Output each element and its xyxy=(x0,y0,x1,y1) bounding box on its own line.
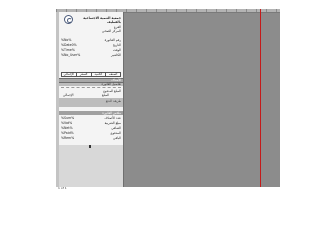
payment-band[interactable]: طريقة الدفع xyxy=(59,98,123,107)
column-header-total: الإجمالي xyxy=(63,72,75,76)
field-label: التاريخ xyxy=(112,43,121,47)
field-label: رقم الفاتورة xyxy=(104,38,121,42)
totals-row-count[interactable]: %Sum% عدد الأصناف xyxy=(61,116,121,120)
column-header-quantity: الكمية xyxy=(90,72,106,76)
logo-icon xyxy=(64,15,73,24)
organization-name-line2: بالقطيف xyxy=(106,20,121,24)
totals-row-paid[interactable]: %Paid% المدفوع xyxy=(61,131,121,135)
totals-label: الباقي xyxy=(113,136,121,140)
totals-label: عدد الأصناف xyxy=(104,116,121,120)
totals-band[interactable]: ملخص الفاتورة xyxy=(59,111,123,115)
field-row-time[interactable]: %Time% الوقت xyxy=(61,48,121,52)
resize-handle[interactable] xyxy=(89,145,91,148)
totals-label: المدفوع xyxy=(110,131,121,135)
totals-label: مبلغ الضريبة xyxy=(104,121,121,125)
field-row-date[interactable]: %Date0% التاريخ xyxy=(61,43,121,47)
totals-row-remaining[interactable]: %Rem% الباقي xyxy=(61,136,121,140)
payment-band-title: طريقة الدفع xyxy=(105,99,121,103)
field-value: %No% xyxy=(61,38,72,42)
field-label: الوقت xyxy=(112,48,121,52)
field-value: %No_User% xyxy=(61,53,81,57)
totals-value: %Rem% xyxy=(61,136,75,140)
field-value: %Date0% xyxy=(61,43,77,47)
receipt-template[interactable]: جمعية التنمية الاجتماعية بالقطيف الفرع ا… xyxy=(59,12,124,187)
totals-row-vat[interactable]: %Vat% مبلغ الضريبة xyxy=(61,121,121,125)
column-header-item: الصنف xyxy=(105,72,120,76)
totals-label: الصافي xyxy=(111,126,121,130)
details-band[interactable]: تفاصيل الفاتورة xyxy=(59,82,123,86)
totals-value: %Vat% xyxy=(61,121,73,125)
totals-row-net[interactable]: %Net% الصافي xyxy=(61,126,121,130)
department-label[interactable]: المركز الصحي xyxy=(102,29,121,33)
page-indicator: 1 of 1 xyxy=(58,186,67,190)
organization-name[interactable]: جمعية التنمية الاجتماعية بالقطيف xyxy=(75,16,121,24)
totals-value: %Sum% xyxy=(61,116,75,120)
items-table-header[interactable]: الإجمالي السعر الكمية الصنف xyxy=(61,72,121,77)
column-header-price: السعر xyxy=(75,72,91,76)
page-margin-guide[interactable] xyxy=(260,9,261,187)
payment-amount-caption[interactable]: المبلغ xyxy=(102,94,109,97)
totals-band-title: ملخص الفاتورة xyxy=(102,110,121,115)
field-label: الكاشير xyxy=(111,53,121,57)
band-divider xyxy=(61,87,121,88)
totals-value: %Net% xyxy=(61,126,73,130)
footer-band[interactable] xyxy=(59,145,123,187)
field-row-user[interactable]: %No_User% الكاشير xyxy=(61,53,121,57)
totals-value: %Paid% xyxy=(61,131,74,135)
payment-total-caption[interactable]: الإجمالي xyxy=(63,94,73,97)
details-band-title: تفاصيل الفاتورة xyxy=(101,82,121,86)
field-value: %Time% xyxy=(61,48,75,52)
field-row-invoice-number[interactable]: %No% رقم الفاتورة xyxy=(61,38,121,42)
